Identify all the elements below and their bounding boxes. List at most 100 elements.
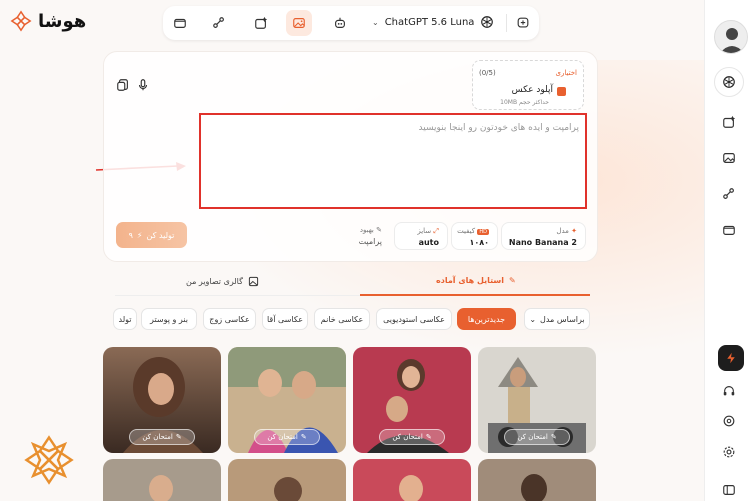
improve-param-value: پرامپت xyxy=(358,237,382,246)
sidebar-item-settings[interactable] xyxy=(717,440,741,464)
brush-icon: ✎ xyxy=(509,276,516,285)
prompt-input[interactable]: پرامپت و ایده های خودتون رو اینجا بنویسی… xyxy=(199,113,587,209)
toolbar-divider xyxy=(506,14,507,32)
chip-birthday[interactable]: تولد xyxy=(113,308,137,330)
prompt-placeholder: پرامپت و ایده های خودتون رو اینجا بنویسی… xyxy=(418,123,580,133)
sidebar-item-flow[interactable] xyxy=(717,182,741,206)
chip-men[interactable]: عکاسی آقا xyxy=(262,308,308,330)
robot-icon xyxy=(335,17,345,28)
gallery-card[interactable] xyxy=(478,459,596,501)
top-toolbar: ⌄ ChatGPT 5.6 Luna xyxy=(163,6,539,40)
gallery-card[interactable] xyxy=(228,459,346,501)
model-label: ChatGPT 5.6 Luna xyxy=(384,16,475,28)
improve-param[interactable]: ✎ بهبود پرامپت xyxy=(336,222,390,250)
microphone-icon[interactable] xyxy=(136,78,150,92)
lightning-icon: ⚡ xyxy=(136,230,143,240)
flow-icon xyxy=(213,17,224,28)
sort-select[interactable]: براساس مدل ⌄ xyxy=(524,308,590,330)
sidebar-item-image[interactable] xyxy=(717,146,741,170)
badge-icon xyxy=(723,415,735,427)
chevron-down-icon: ⌄ xyxy=(372,17,379,27)
tab-ready-styles[interactable]: استایل های آماده ✎ xyxy=(436,276,516,285)
sort-label: براساس مدل xyxy=(540,314,585,324)
gallery-card[interactable]: امتحان کن ✎ xyxy=(103,347,221,453)
image-tool-button[interactable] xyxy=(286,10,312,36)
lightning-icon xyxy=(727,352,735,364)
sidebar-item-video[interactable] xyxy=(717,110,741,134)
gallery-card[interactable]: امتحان کن ✎ xyxy=(353,347,471,453)
upload-optional-label: اختیاری xyxy=(555,69,578,77)
generate-button[interactable]: ۹ ⚡ تولید کن xyxy=(116,222,187,248)
style-preview-image xyxy=(478,459,596,501)
settings-icon xyxy=(723,446,735,458)
size-param[interactable]: ⤢ سایز auto xyxy=(394,222,448,250)
hd-icon: HD xyxy=(477,229,489,235)
quality-param[interactable]: HD کیفیت ۱۰۸۰ xyxy=(451,222,498,250)
logo-icon xyxy=(10,10,32,32)
folder-button[interactable] xyxy=(167,10,193,36)
sidebar-collapse-button[interactable] xyxy=(717,478,741,501)
right-sidebar xyxy=(704,0,752,501)
decorative-logo-icon xyxy=(24,435,74,485)
tab-my-gallery[interactable]: گالری تصاویر من xyxy=(186,276,259,287)
chip-studio[interactable]: عکاسی استودیویی xyxy=(376,308,452,330)
size-param-value: auto xyxy=(418,238,439,247)
improve-param-label: ✎ بهبود xyxy=(359,226,382,234)
wand-icon: ✎ xyxy=(550,433,557,441)
chip-couple[interactable]: عکاسی زوج xyxy=(203,308,256,330)
style-preview-image xyxy=(353,459,471,501)
sidebar-item-upgrade[interactable] xyxy=(718,345,744,371)
chip-women[interactable]: عکاسی خانم xyxy=(314,308,370,330)
try-button[interactable]: امتحان کن ✎ xyxy=(504,429,570,445)
resize-icon: ⤢ xyxy=(433,227,439,235)
upload-subtitle: حداکثر حجم 10MB xyxy=(500,99,549,106)
image-edit-icon xyxy=(723,153,735,163)
try-button[interactable]: امتحان کن ✎ xyxy=(129,429,195,445)
generator-card: اختیاری (0/5) آپلود عکس حداکثر حجم 10MB … xyxy=(103,51,598,262)
upload-count: (0/5) xyxy=(479,69,496,77)
gallery-card[interactable]: امتحان کن ✎ xyxy=(228,347,346,453)
try-button[interactable]: امتحان کن ✎ xyxy=(254,429,320,445)
video-button[interactable] xyxy=(248,10,274,36)
spark-icon: ✦ xyxy=(571,227,577,235)
flow-button[interactable] xyxy=(206,10,232,36)
wand-icon: ✎ xyxy=(425,433,432,441)
chip-banner[interactable]: بنر و پوستر xyxy=(141,308,197,330)
tab-my-gallery-label: گالری تصاویر من xyxy=(186,277,243,286)
generate-label: تولید کن xyxy=(146,230,175,240)
model-selector[interactable]: ⌄ ChatGPT 5.6 Luna xyxy=(372,15,494,29)
size-param-label: ⤢ سایز xyxy=(417,227,439,235)
sidebar-item-folder[interactable] xyxy=(717,218,741,242)
upload-icon xyxy=(557,87,566,96)
tab-ready-styles-label: استایل های آماده xyxy=(436,276,505,285)
chat-bubble-plus-icon xyxy=(517,17,529,28)
avatar[interactable] xyxy=(714,20,748,54)
gallery-card[interactable]: امتحان کن ✎ xyxy=(478,347,596,453)
video-spark-icon xyxy=(723,115,736,128)
active-tab-indicator xyxy=(360,294,590,296)
model-param[interactable]: ✦ مدل Nano Banana 2 xyxy=(501,222,586,250)
try-button[interactable]: امتحان کن ✎ xyxy=(379,429,445,445)
model-param-label: ✦ مدل xyxy=(556,227,577,235)
gallery-card[interactable] xyxy=(103,459,221,501)
brand-logo[interactable]: هوشا xyxy=(10,10,86,32)
upload-box[interactable]: اختیاری (0/5) آپلود عکس حداکثر حجم 10MB xyxy=(472,60,584,110)
sidebar-item-badge[interactable] xyxy=(717,409,741,433)
wand-icon: ✎ xyxy=(376,226,382,234)
new-chat-button[interactable] xyxy=(510,10,536,36)
sidebar-item-chatgpt[interactable] xyxy=(714,67,744,97)
wand-icon: ✎ xyxy=(175,433,182,441)
chip-newest[interactable]: جدیدترین‌ها xyxy=(457,308,516,330)
cost-label: ۹ xyxy=(128,230,133,240)
copy-icon[interactable] xyxy=(116,78,130,92)
brand-name: هوشا xyxy=(38,10,87,32)
robot-button[interactable] xyxy=(327,10,353,36)
style-preview-image xyxy=(103,459,221,501)
gallery-card[interactable] xyxy=(353,459,471,501)
model-param-value: Nano Banana 2 xyxy=(508,238,577,247)
quality-param-value: ۱۰۸۰ xyxy=(469,238,489,247)
collapse-icon xyxy=(723,485,735,495)
chevron-down-icon: ⌄ xyxy=(529,314,537,324)
folder-icon xyxy=(723,225,735,235)
sidebar-item-support[interactable] xyxy=(717,379,741,403)
